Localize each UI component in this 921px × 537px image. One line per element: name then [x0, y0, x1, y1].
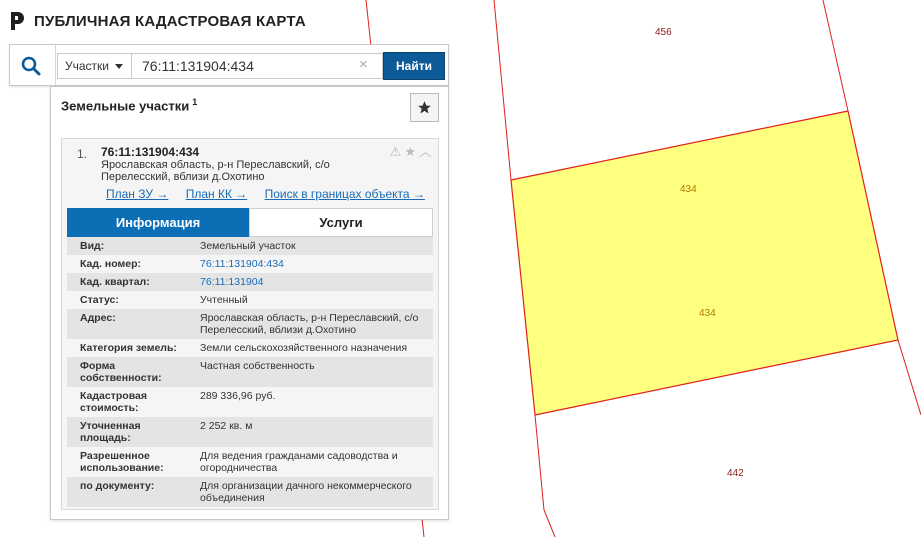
info-value: Для организации дачного некоммерческого … — [200, 480, 412, 504]
results-count: 1 — [192, 97, 198, 107]
search-bar: Участки × Найти — [9, 44, 449, 86]
info-value: 2 252 кв. м — [200, 420, 253, 432]
info-row-cost: Кадастровая стоимость: 289 336,96 руб. — [67, 387, 433, 417]
info-key: Кад. номер: — [80, 258, 142, 270]
parcel-label-434-top: 434 — [680, 184, 697, 195]
info-row-ownership: Форма собственности: Частная собственност… — [67, 357, 433, 387]
info-row-category: Категория земель: Земли сельскохозяйствен… — [67, 339, 433, 357]
result-address: Ярославская область, р-н Переславский, с… — [101, 159, 330, 183]
info-row-address: Адрес: Ярославская область, р-н Переславс… — [67, 309, 433, 339]
star-icon — [418, 101, 431, 114]
info-key: Форма собственности: — [80, 360, 162, 384]
card-tabs: Информация Услуги — [67, 208, 433, 237]
info-value: Для ведения гражданами садоводства и ого… — [200, 450, 398, 474]
result-cadnum[interactable]: 76:11:131904:434 — [101, 145, 199, 159]
quarter-link[interactable]: 76:11:131904 — [187, 276, 433, 288]
result-links: План ЗУ → План КК → Поиск в границах объ… — [106, 187, 439, 201]
info-row-by-document: по документу: Для организации дачного нек… — [67, 477, 433, 507]
info-row-type: Вид: Земельный участок — [67, 237, 433, 255]
parcel-label-442: 442 — [727, 468, 744, 479]
search-input[interactable] — [132, 53, 383, 79]
parcel-label-434-center: 434 — [699, 308, 716, 319]
info-key: Категория земель: — [80, 342, 177, 354]
clear-icon[interactable]: × — [359, 57, 368, 73]
panel-title: Земельные участки 1 — [61, 97, 197, 113]
parcel-label-456: 456 — [655, 27, 672, 38]
info-row-status: Статус: Учтенный — [67, 291, 433, 309]
tab-info[interactable]: Информация — [67, 208, 249, 237]
info-key: Вид: — [80, 240, 105, 252]
info-value: Учтенный — [200, 294, 248, 306]
search-divider — [55, 45, 56, 86]
search-type-label: Участки — [65, 59, 109, 73]
star-icon[interactable]: ★ — [404, 145, 416, 158]
info-value: Частная собственность — [200, 360, 315, 372]
result-number: 1. — [77, 147, 88, 161]
chevron-down-icon — [115, 63, 123, 69]
search-type-select[interactable]: Участки — [57, 53, 132, 79]
card-tools: ⚠ ★ ︿ — [390, 145, 432, 158]
info-value: Земли сельскохозяйственного назначения — [200, 342, 408, 354]
app-header: ПУБЛИЧНАЯ КАДАСТРОВАЯ КАРТА — [8, 10, 306, 32]
logo-icon — [11, 12, 24, 30]
info-row-area: Уточненная площадь: 2 252 кв. м — [67, 417, 433, 447]
info-key: Статус: — [80, 294, 119, 306]
find-button[interactable]: Найти — [383, 52, 445, 80]
info-value: Земельный участок — [200, 240, 296, 252]
info-value: Ярославская область, р-н Переславский, с… — [200, 312, 419, 336]
info-table: Вид: Земельный участок Кад. номер: 76:11:1… — [67, 237, 433, 507]
info-key: Кадастровая стоимость: — [80, 390, 147, 414]
app-title: ПУБЛИЧНАЯ КАДАСТРОВАЯ КАРТА — [34, 12, 306, 30]
info-key: Адрес: — [80, 312, 116, 324]
panel-title-text: Земельные участки — [61, 98, 190, 114]
info-row-cadnum: Кад. номер: 76:11:131904:434 — [67, 255, 433, 273]
plan-zu-link[interactable]: План ЗУ → — [106, 187, 168, 201]
result-card: 1. 76:11:131904:434 Ярославская область,… — [61, 138, 439, 510]
results-panel: Земельные участки 1 1. 76:11:131904:434 Я… — [50, 86, 449, 520]
info-row-quarter: Кад. квартал: 76:11:131904 — [67, 273, 433, 291]
info-key: Разрешенное использование: — [80, 450, 164, 474]
search-icon[interactable] — [20, 55, 42, 77]
search-bounds-link[interactable]: Поиск в границах объекта → — [265, 187, 425, 201]
selected-parcel[interactable] — [510, 110, 899, 416]
plan-kk-link[interactable]: План КК → — [186, 187, 248, 201]
info-row-permitted-use: Разрешенное использование: Для ведения гр… — [67, 447, 433, 477]
info-key: Кад. квартал: — [80, 276, 150, 288]
warning-icon[interactable]: ⚠ — [390, 145, 402, 158]
info-key: по документу: — [80, 480, 155, 492]
cadnum-link[interactable]: 76:11:131904:434 — [187, 258, 433, 270]
tab-services[interactable]: Услуги — [249, 208, 433, 237]
chevron-up-icon[interactable]: ︿ — [419, 145, 432, 158]
favorites-button[interactable] — [410, 93, 439, 122]
info-key: Уточненная площадь: — [80, 420, 141, 444]
info-value: 289 336,96 руб. — [200, 390, 276, 402]
